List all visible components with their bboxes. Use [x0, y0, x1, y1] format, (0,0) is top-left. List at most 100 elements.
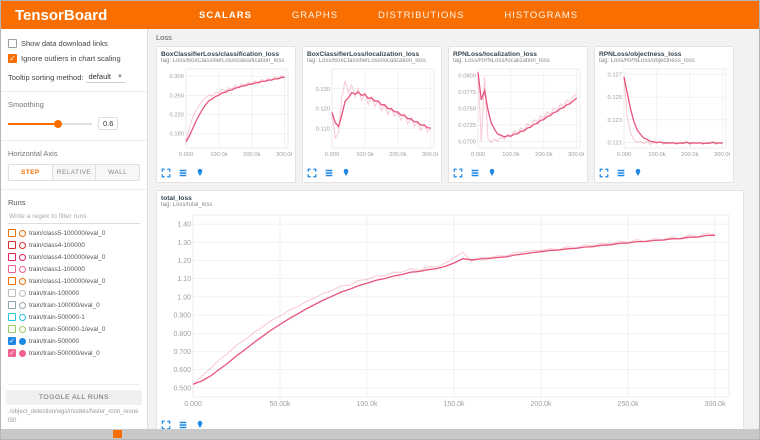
chart-area[interactable]: 0.1210.1230.1250.1270.000100.0k200.0k300… — [599, 65, 729, 166]
pin-icon[interactable] — [341, 168, 351, 178]
run-isolator-icon[interactable] — [19, 278, 26, 285]
fullscreen-icon[interactable] — [453, 168, 463, 178]
run-label[interactable]: train/class1-100000 — [29, 266, 85, 273]
run-label[interactable]: train/train-100000/eval_0 — [29, 302, 100, 309]
svg-text:100.0k: 100.0k — [502, 152, 520, 158]
run-row[interactable]: train/class1-100000 — [8, 263, 140, 275]
fullscreen-icon[interactable] — [161, 168, 171, 178]
svg-text:0.260: 0.260 — [169, 93, 184, 99]
run-row[interactable]: train/train-500000-1/eval_0 — [8, 323, 140, 335]
run-label[interactable]: train/class4-100000 — [29, 242, 85, 249]
tab-scalars[interactable]: SCALARS — [197, 3, 254, 28]
smoothing-slider[interactable] — [8, 119, 92, 129]
run-row[interactable]: train/train-100000/eval_0 — [8, 299, 140, 311]
tab-distributions[interactable]: DISTRIBUTIONS — [376, 3, 466, 28]
run-checkbox[interactable] — [8, 313, 16, 321]
run-label[interactable]: train/train-500000-1 — [29, 314, 85, 321]
show-download-links-row[interactable]: Show data download links — [8, 39, 140, 48]
run-checkbox[interactable] — [8, 277, 16, 285]
data-table-icon[interactable] — [470, 168, 480, 178]
run-isolator-icon[interactable] — [19, 338, 26, 345]
runs-list[interactable]: train/class5-100000/eval_0 train/class4-1… — [8, 227, 140, 385]
tensorboard-app: TensorBoard SCALARSGRAPHSDISTRIBUTIONSHI… — [0, 0, 760, 440]
data-table-icon[interactable] — [324, 168, 334, 178]
chart-plot[interactable]: 0.5000.6000.7000.8000.9001.001.101.201.3… — [161, 209, 739, 413]
pin-icon[interactable] — [195, 168, 205, 178]
run-checkbox[interactable]: ✓ — [8, 337, 16, 345]
run-isolator-icon[interactable] — [19, 290, 26, 297]
fullscreen-icon[interactable] — [307, 168, 317, 178]
fullscreen-icon[interactable] — [599, 168, 609, 178]
run-checkbox[interactable] — [8, 265, 16, 273]
pin-icon[interactable] — [487, 168, 497, 178]
chart-plot[interactable]: 0.1100.1200.1300.000100.0k200.0k300.0k — [307, 65, 438, 161]
chart-area[interactable]: 0.1800.2200.2600.3000.000100.0k200.0k300… — [161, 65, 291, 166]
run-row[interactable]: train/class1-100000/eval_0 — [8, 275, 140, 287]
svg-text:300.0k: 300.0k — [568, 152, 584, 158]
run-isolator-icon[interactable] — [19, 314, 26, 321]
smoothing-value-input[interactable]: 0.6 — [98, 117, 118, 130]
tooltip-sorting-select[interactable]: default ▼ — [86, 71, 124, 83]
toggle-all-runs-button[interactable]: TOGGLE ALL RUNS — [6, 390, 142, 405]
run-label[interactable]: train/train-500000/eval_0 — [29, 350, 100, 357]
ignore-outliers-row[interactable]: ✓ Ignore outliers in chart scaling — [8, 54, 140, 63]
data-table-icon[interactable] — [178, 168, 188, 178]
ignore-outliers-checkbox[interactable]: ✓ — [8, 54, 17, 63]
run-isolator-icon[interactable] — [19, 350, 26, 357]
svg-text:200.0k: 200.0k — [531, 401, 553, 408]
svg-text:200.0k: 200.0k — [243, 152, 261, 158]
run-label[interactable]: train/class1-100000/eval_0 — [29, 278, 105, 285]
data-table-icon[interactable] — [616, 168, 626, 178]
fullscreen-icon[interactable] — [161, 420, 171, 429]
divider — [1, 189, 147, 190]
run-row[interactable]: train/train-100000 — [8, 287, 140, 299]
run-label[interactable]: train/train-100000 — [29, 290, 79, 297]
run-checkbox[interactable] — [8, 241, 16, 249]
tab-graphs[interactable]: GRAPHS — [290, 3, 340, 28]
run-checkbox[interactable] — [8, 325, 16, 333]
pin-icon[interactable] — [633, 168, 643, 178]
svg-text:0.000: 0.000 — [325, 152, 340, 158]
chart-area[interactable]: 0.5000.6000.7000.8000.9001.001.101.201.3… — [161, 209, 739, 418]
run-label[interactable]: train/class4-100000/eval_0 — [29, 254, 105, 261]
chart-plot[interactable]: 0.1210.1230.1250.1270.000100.0k200.0k300… — [599, 65, 730, 161]
run-isolator-icon[interactable] — [19, 302, 26, 309]
loss-group-header[interactable]: Loss — [156, 33, 751, 42]
pin-icon[interactable] — [195, 420, 205, 429]
show-download-links-checkbox[interactable] — [8, 39, 17, 48]
run-isolator-icon[interactable] — [19, 242, 26, 249]
run-checkbox[interactable] — [8, 253, 16, 261]
run-checkbox[interactable]: ✓ — [8, 349, 16, 357]
run-row[interactable]: train/train-500000-1 — [8, 311, 140, 323]
run-row[interactable]: ✓ train/train-500000/eval_0 — [8, 347, 140, 359]
axis-button-step[interactable]: STEP — [9, 165, 53, 180]
run-row[interactable]: train/class5-100000/eval_0 — [8, 227, 140, 239]
axis-button-relative[interactable]: RELATIVE — [53, 165, 97, 180]
smoothing-slider-fill — [8, 123, 58, 125]
run-isolator-icon[interactable] — [19, 230, 26, 237]
chart-area[interactable]: 0.07000.07250.07500.07750.08000.000100.0… — [453, 65, 583, 166]
data-table-icon[interactable] — [178, 420, 188, 429]
run-label[interactable]: train/train-500000 — [29, 338, 79, 345]
run-label[interactable]: train/class5-100000/eval_0 — [29, 230, 105, 237]
run-checkbox[interactable] — [8, 229, 16, 237]
chart-area[interactable]: 0.1100.1200.1300.000100.0k200.0k300.0k — [307, 65, 437, 166]
chart-plot[interactable]: 0.1800.2200.2600.3000.000100.0k200.0k300… — [161, 65, 292, 161]
runs-filter-input[interactable] — [8, 210, 140, 224]
run-isolator-icon[interactable] — [19, 266, 26, 273]
chart-title: RPNLoss/objectness_loss — [599, 51, 729, 58]
run-row[interactable]: train/class4-100000 — [8, 239, 140, 251]
header: TensorBoard SCALARSGRAPHSDISTRIBUTIONSHI… — [1, 1, 759, 29]
run-row[interactable]: train/class4-100000/eval_0 — [8, 251, 140, 263]
tab-histograms[interactable]: HISTOGRAMS — [502, 3, 580, 28]
axis-button-wall[interactable]: WALL — [96, 165, 139, 180]
run-label[interactable]: train/train-500000-1/eval_0 — [29, 326, 105, 333]
run-row[interactable]: ✓ train/train-500000 — [8, 335, 140, 347]
smoothing-slider-handle[interactable] — [54, 120, 62, 128]
run-checkbox[interactable] — [8, 301, 16, 309]
run-isolator-icon[interactable] — [19, 326, 26, 333]
run-checkbox[interactable] — [8, 289, 16, 297]
run-isolator-icon[interactable] — [19, 254, 26, 261]
sidebar: Show data download links ✓ Ignore outlie… — [1, 29, 148, 429]
chart-plot[interactable]: 0.07000.07250.07500.07750.08000.000100.0… — [453, 65, 584, 161]
